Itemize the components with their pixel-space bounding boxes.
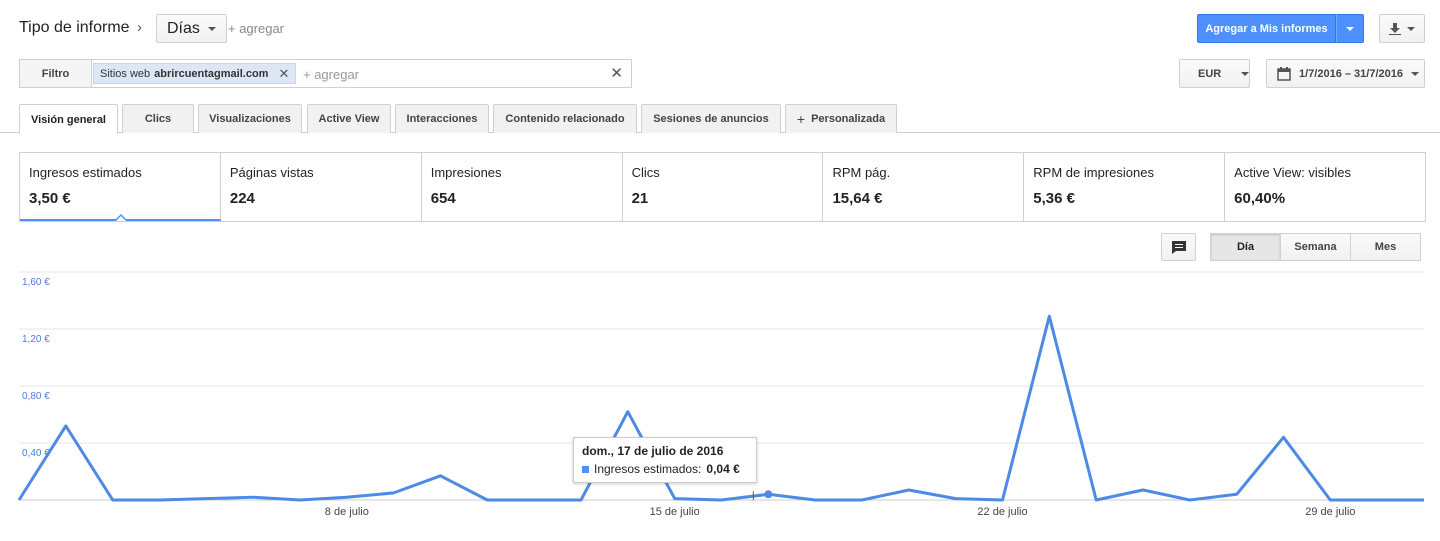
add-to-reports-dropdown[interactable] — [1336, 14, 1364, 43]
tab-active-view[interactable]: Active View — [307, 104, 391, 133]
metric-rpm-impresiones[interactable]: RPM de impresiones 5,36 € — [1024, 153, 1226, 221]
chevron-right-icon: › — [137, 19, 142, 36]
top-bar: Tipo de informe › Días + agregar Agregar… — [0, 0, 1440, 56]
tooltip-date: dom., 17 de julio de 2016 — [582, 444, 724, 458]
metrics-bar: Ingresos estimados 3,50 € Páginas vistas… — [19, 152, 1426, 222]
granularity-toggle: Día Semana Mes — [1210, 233, 1421, 261]
metric-value: 3,50 € — [29, 190, 71, 207]
metric-clics[interactable]: Clics 21 — [623, 153, 824, 221]
download-button[interactable] — [1379, 14, 1425, 43]
tab-sesiones-de-anuncios[interactable]: Sesiones de anuncios — [641, 104, 781, 133]
annotations-button[interactable] — [1161, 233, 1196, 261]
add-filter-input[interactable]: + agregar — [303, 67, 359, 82]
filter-chip-prefix: Sitios web — [100, 67, 151, 80]
tab-clics[interactable]: Clics — [122, 104, 194, 133]
filter-bar[interactable]: Filtro Sitios web abrircuentagmail.com ✕… — [19, 59, 632, 88]
metric-label: Impresiones — [430, 165, 502, 180]
tab-contenido-relacionado[interactable]: Contenido relacionado — [493, 104, 637, 133]
metric-label: RPM de impresiones — [1033, 165, 1154, 180]
granularity-semana-button[interactable]: Semana — [1280, 233, 1351, 261]
date-range-picker[interactable]: 1/7/2016 – 31/7/2016 — [1266, 59, 1425, 88]
metric-value: 15,64 € — [832, 190, 883, 207]
calendar-icon — [1277, 66, 1291, 81]
metric-impresiones[interactable]: Impresiones 654 — [422, 153, 623, 221]
revenue-line-chart[interactable]: 1,60 €1,20 €0,80 €0,40 € 8 de julio 15 de… — [0, 262, 1440, 541]
metric-ingresos-estimados[interactable]: Ingresos estimados 3,50 € — [20, 153, 221, 221]
dimension-label: Días — [167, 19, 200, 37]
x-tick-label: 29 de julio — [1305, 506, 1355, 518]
tab-visualizaciones[interactable]: Visualizaciones — [198, 104, 302, 133]
tooltip-value: 0,04 € — [706, 462, 740, 476]
chart-y-axis: 1,60 €1,20 €0,80 €0,40 € — [22, 277, 50, 459]
chart-x-axis: 8 de julio 15 de julio 22 de julio 29 de ju… — [325, 506, 1356, 518]
tab-vision-general[interactable]: Visión general — [19, 104, 118, 134]
add-to-reports-button[interactable]: Agregar a Mis informes — [1197, 14, 1336, 43]
chevron-down-icon — [207, 26, 216, 31]
dimension-dropdown[interactable]: Días — [156, 14, 227, 43]
chevron-down-icon — [1410, 71, 1419, 76]
y-tick-label: 1,20 € — [22, 334, 50, 345]
metric-value: 654 — [430, 190, 456, 207]
tab-interacciones[interactable]: Interacciones — [395, 104, 489, 133]
y-tick-label: 0,80 € — [22, 391, 50, 402]
granularity-mes-button[interactable]: Mes — [1350, 233, 1421, 261]
metric-label: Ingresos estimados — [29, 165, 142, 180]
metric-active-view-visibles[interactable]: Active View: visibles 60,40% — [1225, 153, 1425, 221]
metric-value: 224 — [229, 190, 255, 207]
report-type-label: Tipo de informe — [19, 19, 130, 36]
chevron-down-icon — [1407, 26, 1415, 31]
tooltip-series: Ingresos estimados: 0,04 € — [582, 462, 748, 476]
tooltip-series-label: Ingresos estimados: — [594, 462, 702, 476]
filter-chip[interactable]: Sitios web abrircuentagmail.com ✕ — [93, 63, 297, 84]
metric-label: RPM pág. — [832, 165, 891, 180]
metric-value: 60,40% — [1234, 190, 1286, 207]
active-indicator — [115, 214, 127, 221]
chevron-down-icon — [1346, 26, 1354, 31]
date-range-label: 1/7/2016 – 31/7/2016 — [1299, 67, 1403, 80]
clear-filter-icon[interactable]: ✕ — [610, 64, 623, 82]
metric-value: 21 — [631, 190, 649, 207]
granularity-dia-button[interactable]: Día — [1210, 233, 1281, 261]
currency-dropdown[interactable]: EUR — [1179, 59, 1250, 88]
metric-value: 5,36 € — [1033, 190, 1076, 207]
tab-personalizada-label: Personalizada — [811, 113, 886, 125]
metric-rpm-pag[interactable]: RPM pág. 15,64 € — [823, 153, 1025, 221]
add-dimension-link[interactable]: + agregar — [228, 21, 284, 36]
highlighted-point — [764, 490, 773, 499]
x-tick-label: 22 de julio — [977, 506, 1027, 518]
currency-label: EUR — [1198, 67, 1222, 80]
metric-label: Páginas vistas — [229, 165, 314, 180]
filter-chip-value: abrircuentagmail.com — [154, 67, 269, 80]
chevron-down-icon — [1241, 71, 1250, 76]
report-tabs: Visión general Clics Visualizaciones Act… — [0, 104, 1440, 134]
download-icon — [1389, 22, 1401, 35]
plus-icon: + — [796, 111, 806, 127]
x-tick-label: 15 de julio — [650, 506, 700, 518]
close-icon[interactable]: ✕ — [278, 66, 289, 82]
metric-label: Clics — [631, 165, 660, 180]
chart-tooltip: dom., 17 de julio de 2016 Ingresos estim… — [573, 437, 757, 483]
series-swatch — [582, 465, 589, 473]
x-tick-label: 8 de julio — [325, 506, 369, 518]
metric-label: Active View: visibles — [1234, 165, 1351, 180]
y-tick-label: 1,60 € — [22, 277, 50, 288]
filter-label[interactable]: Filtro — [20, 60, 92, 87]
metric-paginas-vistas[interactable]: Páginas vistas 224 — [221, 153, 422, 221]
comment-icon — [1171, 240, 1186, 254]
tab-personalizada[interactable]: + Personalizada — [785, 104, 897, 133]
